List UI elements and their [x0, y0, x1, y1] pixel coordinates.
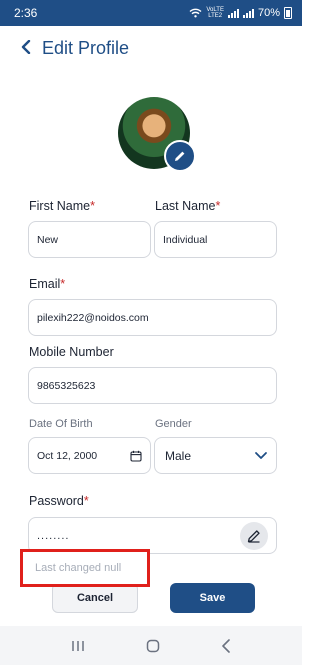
wifi-icon	[189, 8, 202, 18]
signal-icon	[227, 8, 239, 18]
mobile-label: Mobile Number	[29, 345, 114, 359]
last-name-input[interactable]: Individual	[154, 221, 277, 258]
status-bar: 2:36 VoLTE LTE2 70%	[0, 0, 302, 26]
password-label: Password*	[29, 494, 89, 508]
back-nav-icon[interactable]	[221, 638, 231, 653]
email-input[interactable]: pilexih222@noidos.com	[28, 299, 277, 336]
pen-icon	[247, 529, 260, 543]
calendar-icon[interactable]	[130, 450, 142, 462]
recent-apps-icon[interactable]	[71, 640, 85, 652]
edit-avatar-button[interactable]	[164, 140, 196, 172]
network-type-label: VoLTE LTE2	[206, 7, 224, 19]
dob-label: Date Of Birth	[29, 418, 93, 430]
pencil-icon	[175, 151, 185, 161]
signal-icon-2	[242, 8, 254, 18]
app-header: Edit Profile	[0, 26, 302, 70]
first-name-input[interactable]: New	[28, 221, 151, 258]
home-icon[interactable]	[146, 639, 160, 653]
back-arrow-icon[interactable]	[20, 38, 32, 58]
gender-label: Gender	[155, 418, 192, 430]
system-nav-bar	[0, 626, 302, 665]
edit-password-button[interactable]	[240, 521, 268, 550]
battery-percent: 70%	[257, 7, 280, 19]
last-changed-text: Last changed null	[20, 549, 150, 587]
cancel-button[interactable]: Cancel	[52, 583, 138, 613]
mobile-input[interactable]: 9865325623	[28, 367, 277, 404]
save-button[interactable]: Save	[170, 583, 255, 613]
gender-select[interactable]: Male	[154, 437, 277, 474]
page-title: Edit Profile	[42, 37, 130, 58]
status-time: 2:36	[14, 6, 38, 20]
profile-avatar-container	[118, 97, 196, 172]
first-name-label: First Name*	[29, 199, 95, 213]
email-label: Email*	[29, 277, 66, 291]
chevron-down-icon	[255, 451, 267, 459]
dob-input[interactable]: Oct 12, 2000	[28, 437, 151, 474]
battery-icon	[284, 7, 292, 19]
last-name-label: Last Name*	[155, 199, 221, 213]
status-icons: VoLTE LTE2 70%	[189, 7, 292, 19]
